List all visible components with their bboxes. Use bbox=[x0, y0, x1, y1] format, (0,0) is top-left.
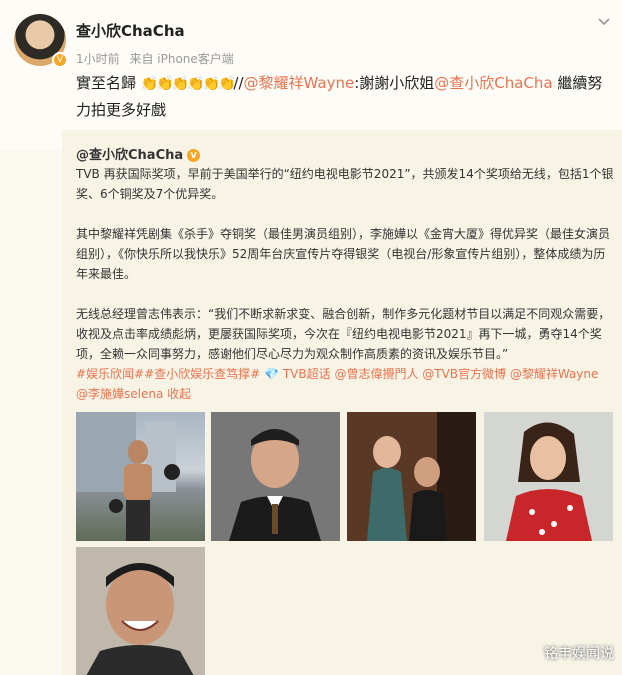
post-time: 1小时前 bbox=[76, 52, 120, 66]
collapse-link[interactable]: 收起 bbox=[167, 387, 191, 401]
photo-drama-couple bbox=[347, 412, 476, 541]
photo-thumbnail[interactable] bbox=[484, 412, 613, 541]
post-text-prefix: 實至名歸 bbox=[76, 74, 137, 92]
weibo-post: V 查小欣ChaCha 1小时前 来自 iPhone客户端 實至名歸 👏👏👏👏👏… bbox=[0, 0, 622, 150]
chevron-down-icon[interactable] bbox=[596, 14, 612, 30]
photo-shirtless-man bbox=[76, 412, 180, 541]
clap-emoji-icon: 👏👏👏👏👏👏 bbox=[140, 76, 236, 92]
repost-paragraph: TVB 再获国际奖项，早前于美国举行的“纽约电视电影节2021”，共颁发14个奖… bbox=[76, 167, 614, 201]
photo-smiling-man bbox=[76, 547, 205, 675]
repost-username-text[interactable]: @查小欣ChaCha bbox=[76, 148, 183, 163]
super-topic-link[interactable]: 💎 TVB超话 bbox=[264, 367, 331, 381]
post-username[interactable]: 查小欣ChaCha bbox=[76, 20, 185, 41]
photo-thumbnail[interactable] bbox=[76, 412, 205, 541]
repost-quote: 无线总经理曾志伟表示：“我们不断求新求变、融合创新，制作多元化题材节目以满足不同… bbox=[76, 307, 611, 361]
repost-username[interactable]: @查小欣ChaCha V bbox=[76, 144, 201, 163]
repost-card: @查小欣ChaCha V TVB 再获国际奖项，早前于美国举行的“纽约电视电影节2… bbox=[62, 130, 622, 675]
post-meta: 1小时前 来自 iPhone客户端 bbox=[76, 50, 240, 67]
post-source: 来自 iPhone客户端 bbox=[129, 52, 234, 66]
verified-badge-icon: V bbox=[52, 52, 68, 68]
photo-man-in-suit bbox=[211, 412, 340, 541]
post-text-mid: :謝謝小欣姐 bbox=[354, 74, 435, 92]
photo-thumbnail[interactable] bbox=[76, 547, 205, 675]
verified-badge-icon: V bbox=[187, 149, 201, 162]
super-topic-label[interactable]: TVB超话 bbox=[283, 367, 331, 381]
mention-link[interactable]: @查小欣ChaCha bbox=[434, 74, 552, 92]
photo-woman-red-dress bbox=[484, 412, 613, 541]
repost-paragraph: 其中黎耀祥凭剧集《杀手》夺铜奖（最佳男演员组别），李施嬅以《金宵大厦》得优异奖（… bbox=[76, 227, 611, 281]
repost-body: TVB 再获国际奖项，早前于美国举行的“纽约电视电影节2021”，共颁发14个奖… bbox=[76, 164, 614, 404]
mention-link[interactable]: @黎耀祥Wayne bbox=[244, 74, 355, 92]
photo-thumbnail[interactable] bbox=[347, 412, 476, 541]
post-separator: // bbox=[233, 74, 244, 92]
photo-thumbnail[interactable] bbox=[211, 412, 340, 541]
hashtag-link[interactable]: #娱乐欣闻##查小欣娱乐查笃撑# bbox=[76, 367, 260, 381]
post-text: 實至名歸 👏👏👏👏👏👏//@黎耀祥Wayne:謝謝小欣姐@查小欣ChaCha 繼… bbox=[76, 70, 611, 123]
repost-paragraph: 无线总经理曾志伟表示：“我们不断求新求变、融合创新，制作多元化题材节目以满足不同… bbox=[76, 304, 614, 404]
watermark: 铭丰娱闻说 bbox=[544, 646, 614, 662]
